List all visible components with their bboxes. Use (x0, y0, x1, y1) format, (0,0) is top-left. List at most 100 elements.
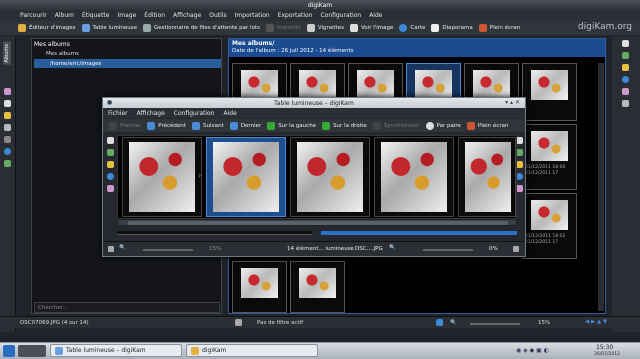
people-tab-icon[interactable] (4, 160, 11, 167)
right-preview-pane[interactable] (321, 231, 517, 235)
view-image-button[interactable]: Voir l'image (349, 24, 393, 32)
lt-right-tags-icon[interactable] (516, 185, 523, 192)
menu-etiquette[interactable]: Étiquette (82, 12, 110, 19)
main-title-bar[interactable]: digiKam (0, 0, 640, 10)
tags-captions-tab-icon[interactable] (622, 88, 629, 95)
lt-geolocation-icon[interactable] (107, 173, 114, 180)
zoom-out-icon[interactable]: 🔍 (450, 320, 457, 326)
lt-horizontal-scrollbar[interactable] (117, 219, 517, 226)
lt-left-sidebar-toggle-icon[interactable] (108, 246, 114, 252)
lt-metadata-icon[interactable] (107, 149, 114, 156)
fuzzy-search-tab-icon[interactable] (4, 136, 11, 143)
versions-tab-icon[interactable] (622, 100, 629, 107)
lt-thumb[interactable] (122, 137, 202, 217)
clock-time[interactable]: 15:30 (596, 344, 613, 351)
thumbnail-item[interactable]: 21/12/2011 18:00 21/12/2011 17 (522, 124, 577, 190)
zoom-tools-icon[interactable] (436, 319, 443, 326)
kde-menu-icon[interactable] (3, 345, 15, 357)
menu-aide[interactable]: Aide (369, 12, 382, 19)
menu-exportation[interactable]: Exportation (278, 12, 313, 19)
menu-affichage[interactable]: Affichage (173, 12, 201, 19)
lt-thumb[interactable] (458, 137, 516, 217)
on-right-button[interactable]: Sur la droite (322, 121, 367, 130)
lt-right-geolocation-icon[interactable] (516, 173, 523, 180)
batch-queue-label: Gestionnaire de files d'attente par lots (154, 25, 260, 31)
on-right-label: Sur la droite (333, 122, 367, 129)
by-pair-button[interactable]: Par paire (425, 121, 461, 130)
lt-left-zoom-slider[interactable] (143, 249, 193, 251)
import-button[interactable]: Importer (265, 24, 301, 32)
nav-arrows-icon[interactable]: ◀ ▶ ▲ ▼ (585, 319, 607, 325)
light-table-title-bar[interactable]: ● Table lumineuse – digiKam ▾ ▴ ✕ (103, 98, 525, 108)
lt-right-properties-icon[interactable] (516, 137, 523, 144)
metadata-tab-icon[interactable] (622, 52, 629, 59)
lt-right-zoom-value: 0% (489, 246, 498, 252)
on-left-label: Sur la gauche (278, 122, 317, 129)
map-search-tab-icon[interactable] (4, 148, 11, 155)
filter-icon[interactable] (235, 319, 242, 326)
lt-thumb[interactable] (290, 137, 370, 217)
geolocation-tab-icon[interactable] (622, 76, 629, 83)
window-app-icon[interactable]: ● (107, 99, 112, 106)
lt-menu-aide[interactable]: Aide (224, 110, 237, 117)
album-tree-item-selected[interactable]: /home/eric/images (34, 59, 221, 68)
menu-outils[interactable]: Outils (209, 12, 226, 19)
thumbnail-item[interactable]: 21/12/2011 18:02 21/12/2011 17 (522, 193, 577, 259)
lt-fullscreen-button[interactable]: Plein écran (466, 121, 508, 130)
first-button[interactable]: Premier (109, 121, 141, 130)
synchronize-button[interactable]: Synchroniser (372, 121, 420, 130)
batch-queue-button[interactable]: Gestionnaire de files d'attente par lots (143, 24, 260, 32)
lt-right-metadata-icon[interactable] (516, 149, 523, 156)
main-zoom-slider[interactable] (470, 323, 520, 325)
albums-sidebar-tab[interactable]: Albums (3, 42, 11, 65)
system-tray-icons[interactable]: ◉ ◈ ◆ ▣ ◐ (516, 347, 549, 354)
properties-tab-icon[interactable] (622, 40, 629, 47)
desktop-pager-icon[interactable] (18, 345, 46, 357)
album-tree-root[interactable]: Mes albums (46, 50, 220, 58)
menu-album[interactable]: Album (55, 12, 74, 19)
lt-right-zoom-out-icon[interactable]: 🔍 (389, 245, 396, 251)
map-button[interactable]: Carte (399, 24, 425, 32)
taskbar-item-light-table[interactable]: Table lumineuse – digiKam (50, 344, 182, 357)
thumbnail-item[interactable] (232, 261, 287, 313)
lt-scrollbar-handle[interactable] (128, 221, 508, 225)
album-search-input[interactable]: Chercher... (34, 302, 220, 313)
timeline-tab-icon[interactable] (4, 112, 11, 119)
lt-thumb-selected[interactable] (206, 137, 286, 217)
lt-properties-icon[interactable] (107, 137, 114, 144)
lt-menu-affichage[interactable]: Affichage (137, 110, 165, 117)
window-controls-icon[interactable]: ▾ ▴ ✕ (505, 99, 520, 106)
left-preview-pane[interactable] (117, 231, 312, 235)
colors-tab-icon[interactable] (622, 64, 629, 71)
on-left-button[interactable]: Sur la gauche (267, 121, 317, 130)
menu-image[interactable]: Image (117, 12, 136, 19)
lt-right-sidebar-toggle-icon[interactable] (513, 246, 519, 252)
search-tab-icon[interactable] (4, 124, 11, 131)
last-button[interactable]: Dernier (229, 121, 261, 130)
tags-tab-icon[interactable] (4, 88, 11, 95)
menu-edition[interactable]: Édition (144, 12, 165, 19)
thumbnail-item[interactable] (290, 261, 345, 313)
menu-importation[interactable]: Importation (235, 12, 270, 19)
taskbar-item-digikam[interactable]: digiKam (186, 344, 318, 357)
next-button[interactable]: Suivant (191, 121, 224, 130)
lt-right-colors-icon[interactable] (516, 161, 523, 168)
dates-tab-icon[interactable] (4, 100, 11, 107)
lt-tags-icon[interactable] (107, 185, 114, 192)
image-editor-button[interactable]: Éditeur d'images (18, 24, 76, 32)
light-table-button[interactable]: Table lumineuse (81, 24, 137, 32)
thumbnails-button[interactable]: Vignettes (306, 24, 344, 32)
menu-configuration[interactable]: Configuration (320, 12, 361, 19)
previous-button[interactable]: Précédent (147, 121, 186, 130)
slideshow-button[interactable]: Diaporama (431, 24, 473, 32)
lt-colors-icon[interactable] (107, 161, 114, 168)
lt-right-zoom-slider[interactable] (423, 249, 473, 251)
thumbnail-item[interactable] (522, 63, 577, 121)
fullscreen-button[interactable]: Plein écran (478, 24, 520, 32)
lt-left-zoom-out-icon[interactable]: 🔍 (119, 245, 126, 251)
lt-menu-configuration[interactable]: Configuration (174, 110, 215, 117)
lt-thumb[interactable] (374, 137, 454, 217)
grid-scrollbar[interactable] (598, 63, 604, 311)
lt-menu-fichier[interactable]: Fichier (108, 110, 128, 117)
menu-parcourir[interactable]: Parcourir (20, 12, 47, 19)
